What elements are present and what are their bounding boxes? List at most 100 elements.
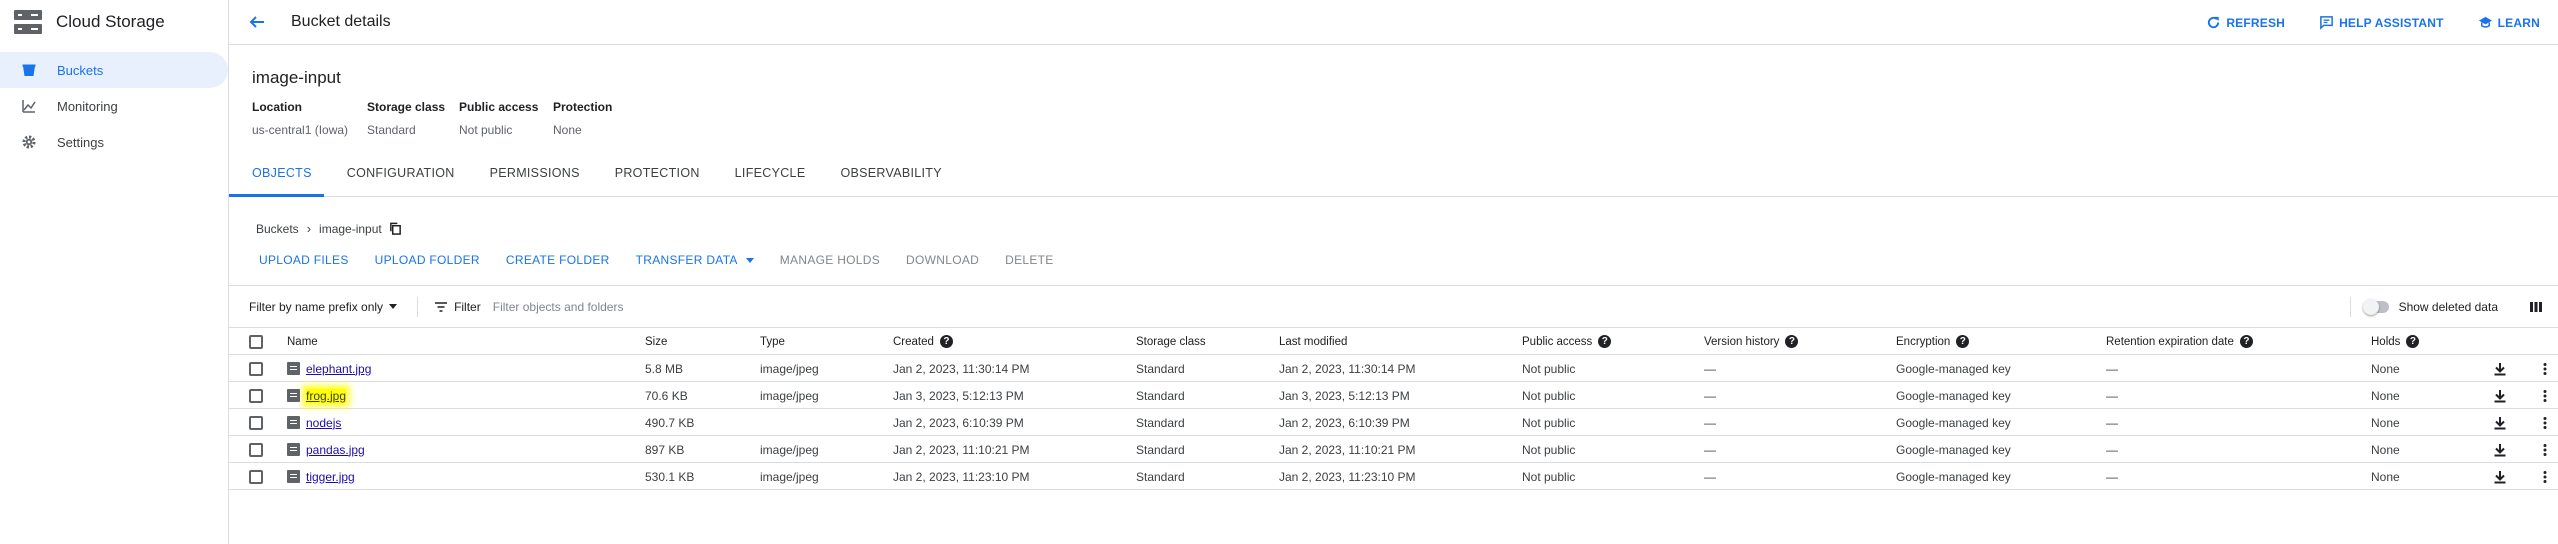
version-history-cell: — (1704, 388, 1716, 403)
prefix-filter-select[interactable]: Filter by name prefix only (249, 300, 398, 314)
sidebar-item-label: Monitoring (57, 98, 118, 114)
download-object-button[interactable] (2493, 409, 2507, 436)
file-icon (287, 443, 300, 456)
more-options-button[interactable] (2538, 355, 2552, 382)
tab-configuration[interactable]: CONFIGURATION (347, 160, 455, 196)
public-access-cell: Not public (1522, 388, 1576, 403)
tab-protection[interactable]: PROTECTION (615, 160, 700, 196)
tab-objects[interactable]: OBJECTS (229, 160, 324, 197)
col-holds[interactable]: Holds? (2371, 328, 2420, 355)
divider (2350, 296, 2351, 317)
col-type[interactable]: Type (760, 328, 785, 355)
col-retention[interactable]: Retention expiration date? (2106, 328, 2253, 355)
upload-files-button[interactable]: UPLOAD FILES (259, 253, 349, 267)
filter-input[interactable] (492, 299, 1093, 314)
object-name-link[interactable]: elephant.jpg (306, 362, 371, 376)
upload-folder-button[interactable]: UPLOAD FOLDER (375, 253, 480, 267)
manage-holds-button[interactable]: MANAGE HOLDS (780, 253, 880, 267)
help-icon[interactable]: ? (2239, 335, 2253, 348)
name-cell: pandas.jpg (287, 436, 365, 463)
table-header-row: Name Size Type Created? Storage class La… (229, 328, 2558, 355)
sidebar-item-monitoring[interactable]: Monitoring (0, 88, 228, 124)
arrow-left-icon (249, 16, 264, 28)
col-holds-label: Holds (2371, 335, 2401, 348)
download-button[interactable]: DOWNLOAD (906, 253, 979, 267)
main-content: image-input Location us-central1 (Iowa) … (229, 45, 2558, 544)
help-icon[interactable]: ? (939, 335, 953, 348)
type-cell: image/jpeg (760, 361, 819, 376)
tab-permissions[interactable]: PERMISSIONS (490, 160, 580, 196)
row-checkbox[interactable] (249, 415, 263, 430)
transfer-data-button[interactable]: TRANSFER DATA (636, 253, 754, 267)
more-options-button[interactable] (2538, 436, 2552, 463)
create-folder-button[interactable]: CREATE FOLDER (506, 253, 610, 267)
sidebar-item-buckets[interactable]: Buckets (0, 52, 228, 88)
table-row[interactable]: pandas.jpg 897 KB image/jpeg Jan 2, 2023… (229, 436, 2558, 463)
refresh-button[interactable]: REFRESH (2206, 15, 2285, 30)
version-history-cell: — (1704, 442, 1716, 457)
row-checkbox[interactable] (249, 361, 263, 376)
retention-cell: — (2106, 388, 2118, 403)
col-version-history[interactable]: Version history? (1704, 328, 1799, 355)
table-row[interactable]: nodejs 490.7 KB Jan 2, 2023, 6:10:39 PM … (229, 409, 2558, 436)
col-encryption[interactable]: Encryption? (1896, 328, 1970, 355)
download-object-button[interactable] (2493, 382, 2507, 409)
tab-observability[interactable]: OBSERVABILITY (840, 160, 941, 196)
row-checkbox[interactable] (249, 442, 263, 457)
download-object-button[interactable] (2493, 355, 2507, 382)
storage-class-cell: Standard (1136, 415, 1185, 430)
download-object-button[interactable] (2493, 436, 2507, 463)
breadcrumb-buckets[interactable]: Buckets (256, 222, 299, 236)
table-row[interactable]: elephant.jpg 5.8 MB image/jpeg Jan 2, 20… (229, 355, 2558, 382)
object-name-link[interactable]: pandas.jpg (306, 443, 365, 457)
col-created[interactable]: Created? (893, 328, 953, 355)
delete-button[interactable]: DELETE (1005, 253, 1053, 267)
name-cell: nodejs (287, 409, 341, 436)
download-object-button[interactable] (2493, 463, 2507, 490)
help-icon[interactable]: ? (2406, 335, 2420, 348)
tab-lifecycle[interactable]: LIFECYCLE (735, 160, 806, 196)
table-row[interactable]: tigger.jpg 530.1 KB image/jpeg Jan 2, 20… (229, 463, 2558, 490)
back-button[interactable] (247, 12, 267, 32)
refresh-label: REFRESH (2226, 15, 2286, 30)
more-options-button[interactable] (2538, 463, 2552, 490)
download-icon (2494, 470, 2506, 483)
meta-value: Standard (367, 123, 416, 137)
more-options-button[interactable] (2538, 382, 2552, 409)
row-checkbox[interactable] (249, 469, 263, 484)
col-storage-class[interactable]: Storage class (1136, 328, 1206, 355)
filter-text: Filter (454, 299, 481, 314)
col-size[interactable]: Size (645, 328, 667, 355)
more-options-button[interactable] (2538, 409, 2552, 436)
meta-location: Location us-central1 (Iowa) (252, 100, 367, 137)
select-all-checkbox[interactable] (249, 334, 263, 349)
file-icon (287, 470, 300, 483)
object-name-link[interactable]: tigger.jpg (306, 470, 355, 484)
table-row[interactable]: frog.jpg 70.6 KB image/jpeg Jan 3, 2023,… (229, 382, 2558, 409)
public-access-cell: Not public (1522, 361, 1576, 376)
learn-button[interactable]: LEARN (2478, 15, 2540, 30)
help-icon[interactable]: ? (1956, 335, 1970, 348)
col-last-modified[interactable]: Last modified (1279, 328, 1347, 355)
row-select-cell (249, 355, 263, 382)
tab-bar: OBJECTS CONFIGURATION PERMISSIONS PROTEC… (229, 161, 2558, 197)
copy-icon[interactable] (389, 222, 402, 235)
col-name[interactable]: Name (287, 328, 318, 355)
more-vert-icon (2543, 443, 2547, 456)
retention-cell: — (2106, 469, 2118, 484)
object-name-link[interactable]: frog.jpg (306, 388, 347, 403)
meta-label: Location (252, 100, 302, 114)
show-deleted-toggle[interactable] (2362, 298, 2389, 315)
download-icon (2494, 416, 2506, 429)
row-checkbox[interactable] (249, 388, 263, 403)
page-title: Bucket details (291, 13, 391, 30)
column-display-icon[interactable] (2529, 300, 2543, 314)
help-icon[interactable]: ? (1598, 335, 1612, 348)
show-deleted-toggle-group: Show deleted data (2362, 298, 2498, 315)
encryption-cell: Google-managed key (1896, 469, 2011, 484)
col-public-access[interactable]: Public access? (1522, 328, 1612, 355)
help-assistant-button[interactable]: HELP ASSISTANT (2319, 15, 2444, 30)
sidebar-item-settings[interactable]: Settings (0, 124, 228, 160)
object-name-link[interactable]: nodejs (306, 416, 341, 430)
help-icon[interactable]: ? (1785, 335, 1799, 348)
